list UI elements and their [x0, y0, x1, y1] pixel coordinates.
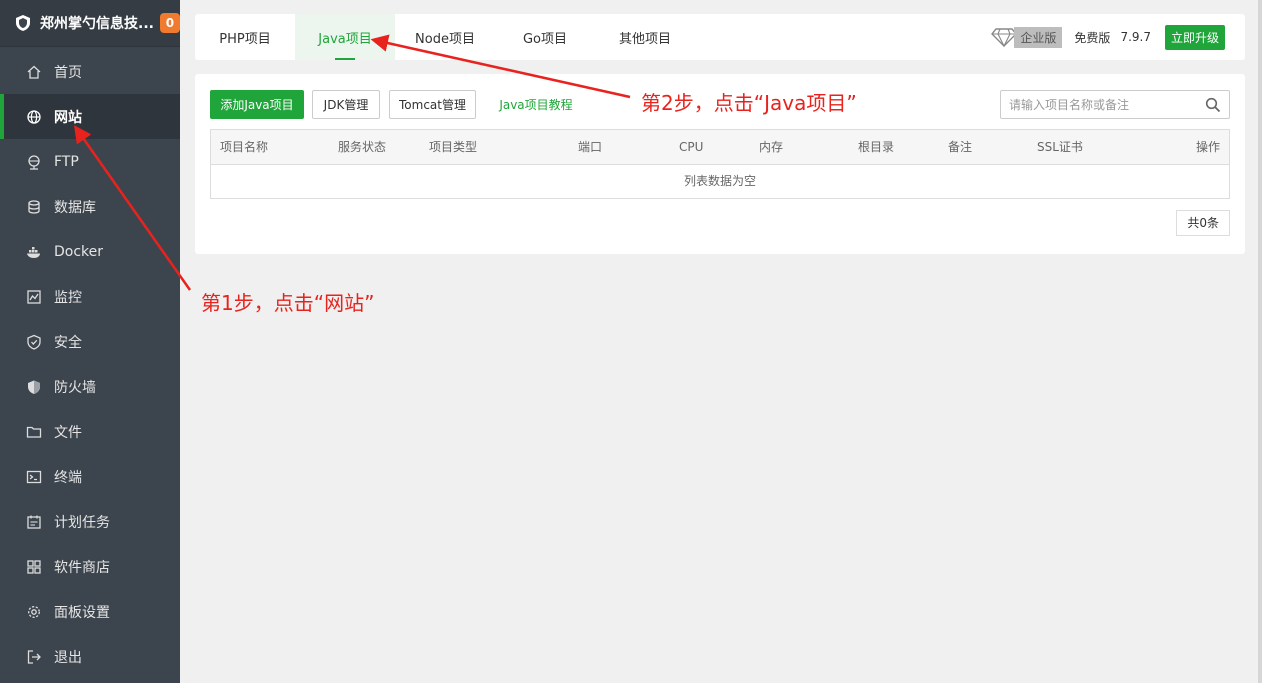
project-tab-bar: PHP项目 Java项目 Node项目 Go项目 其他项目 企业版 免费版 7.… — [195, 14, 1245, 60]
version-info: 企业版 免费版 7.9.7 立即升级 — [991, 24, 1225, 50]
gear-icon — [26, 604, 42, 620]
monitor-icon — [26, 289, 42, 305]
sidebar-item-label: 计划任务 — [54, 514, 110, 531]
shield-logo-icon — [14, 14, 32, 32]
sidebar-item-label: 安全 — [54, 334, 82, 351]
tab-php[interactable]: PHP项目 — [195, 14, 295, 60]
project-table: 项目名称 服务状态 项目类型 端口 CPU 内存 根目录 备注 SSL证书 操作… — [210, 129, 1230, 199]
sidebar-item-label: 面板设置 — [54, 604, 110, 621]
free-edition-label: 免费版 — [1074, 30, 1111, 45]
sidebar-item-logout[interactable]: 退出 — [0, 634, 180, 679]
brand-header: 郑州掌勺信息技... 0 — [0, 0, 180, 47]
sidebar-item-label: 监控 — [54, 289, 82, 306]
server-name[interactable]: 郑州掌勺信息技... — [40, 13, 154, 33]
column-root-dir[interactable]: 根目录 — [858, 130, 894, 165]
logout-icon — [26, 649, 42, 665]
upgrade-button[interactable]: 立即升级 — [1164, 24, 1225, 50]
terminal-icon — [26, 469, 42, 485]
column-port[interactable]: 端口 — [578, 130, 602, 165]
annotation-step1: 第1步，点击“网站” — [201, 291, 375, 315]
home-icon — [26, 64, 42, 80]
sidebar: 郑州掌勺信息技... 0 首页 网站 FTP 数据库 Docker 监控 安全 … — [0, 0, 180, 683]
notification-badge[interactable]: 0 — [159, 13, 180, 33]
pagination-total: 共0条 — [1176, 210, 1230, 236]
table-empty-message: 列表数据为空 — [683, 174, 756, 188]
tab-java[interactable]: Java项目 — [295, 14, 395, 60]
sidebar-menu: 首页 网站 FTP 数据库 Docker 监控 安全 防火墙 文件 终端 计划任… — [0, 47, 180, 679]
sidebar-item-ftp[interactable]: FTP — [0, 139, 180, 184]
sidebar-item-security[interactable]: 安全 — [0, 319, 180, 364]
java-tutorial-link[interactable]: Java项目教程 — [491, 90, 581, 119]
window-edge — [1258, 0, 1262, 683]
sidebar-item-website[interactable]: 网站 — [0, 94, 180, 139]
sidebar-item-label: Docker — [54, 243, 104, 260]
sidebar-item-database[interactable]: 数据库 — [0, 184, 180, 229]
tab-node[interactable]: Node项目 — [395, 14, 495, 60]
sidebar-item-label: 防火墙 — [54, 379, 96, 396]
sidebar-item-label: 退出 — [54, 649, 82, 666]
column-service-status[interactable]: 服务状态 — [338, 130, 386, 165]
jdk-manage-button[interactable]: JDK管理 — [312, 90, 380, 119]
table-header: 项目名称 服务状态 项目类型 端口 CPU 内存 根目录 备注 SSL证书 操作 — [211, 130, 1229, 165]
column-project-type[interactable]: 项目类型 — [429, 130, 477, 165]
sidebar-item-label: 文件 — [54, 424, 82, 441]
column-cpu[interactable]: CPU — [679, 130, 703, 165]
calendar-icon — [26, 514, 42, 530]
sidebar-item-monitor[interactable]: 监控 — [0, 274, 180, 319]
column-remark[interactable]: 备注 — [948, 130, 972, 165]
sidebar-item-docker[interactable]: Docker — [0, 229, 180, 274]
sidebar-item-store[interactable]: 软件商店 — [0, 544, 180, 589]
tab-go[interactable]: Go项目 — [495, 14, 595, 60]
enterprise-edition[interactable]: 企业版 — [991, 26, 1063, 48]
sidebar-item-label: FTP — [54, 153, 79, 170]
firewall-icon — [26, 379, 42, 395]
sidebar-item-label: 软件商店 — [54, 559, 110, 576]
tomcat-manage-button[interactable]: Tomcat管理 — [389, 90, 476, 119]
add-java-project-button[interactable]: 添加Java项目 — [210, 90, 304, 119]
search-icon[interactable] — [1205, 97, 1221, 113]
database-icon — [26, 199, 42, 215]
search-input[interactable] — [1009, 97, 1199, 112]
sidebar-item-label: 网站 — [54, 109, 82, 126]
shield-check-icon — [26, 334, 42, 350]
column-ssl[interactable]: SSL证书 — [1037, 130, 1083, 165]
project-search — [1000, 90, 1230, 119]
tab-other[interactable]: 其他项目 — [595, 14, 695, 60]
sidebar-item-files[interactable]: 文件 — [0, 409, 180, 454]
version-number[interactable]: 7.9.7 — [1120, 30, 1151, 44]
sidebar-item-settings[interactable]: 面板设置 — [0, 589, 180, 634]
sidebar-item-home[interactable]: 首页 — [0, 49, 180, 94]
docker-icon — [26, 244, 42, 260]
column-actions: 操作 — [1195, 140, 1220, 154]
sidebar-item-label: 数据库 — [54, 199, 96, 216]
folder-icon — [26, 424, 42, 440]
sidebar-item-cron[interactable]: 计划任务 — [0, 499, 180, 544]
column-memory[interactable]: 内存 — [759, 130, 783, 165]
sidebar-item-label: 首页 — [54, 64, 82, 81]
annotation-step2: 第2步，点击“Java项目” — [641, 91, 857, 115]
sidebar-item-label: 终端 — [54, 469, 82, 486]
sidebar-item-firewall[interactable]: 防火墙 — [0, 364, 180, 409]
edition-label: 企业版 — [1014, 26, 1063, 48]
globe-icon — [26, 109, 42, 125]
ftp-icon — [26, 154, 42, 170]
sidebar-item-terminal[interactable]: 终端 — [0, 454, 180, 499]
grid-icon — [26, 559, 42, 575]
column-project-name[interactable]: 项目名称 — [220, 130, 268, 165]
